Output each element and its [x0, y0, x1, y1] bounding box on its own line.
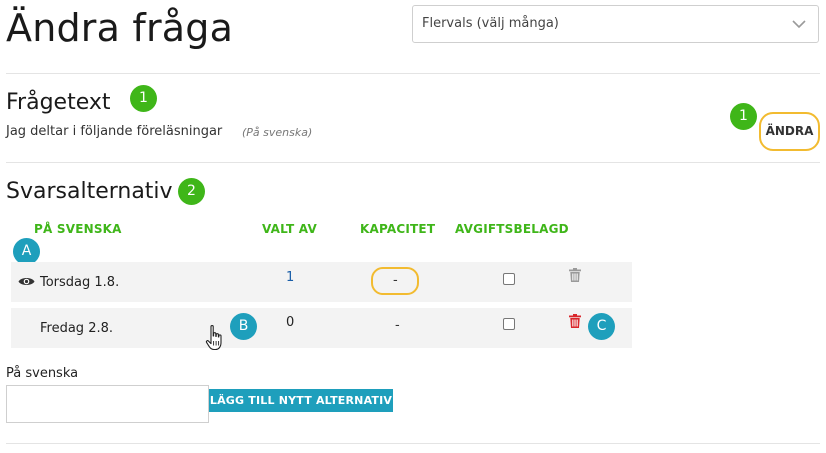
- step-badge-1: 1: [130, 85, 157, 112]
- column-header-capacity: KAPACITET: [360, 222, 436, 236]
- question-lang-note: (På svenska): [242, 126, 313, 139]
- divider: [6, 443, 820, 444]
- trash-icon[interactable]: [569, 268, 581, 282]
- page-title: Ändra fråga: [6, 6, 234, 50]
- step-badge-2: 2: [178, 178, 205, 205]
- edit-step-badge: 1: [730, 103, 757, 130]
- chevron-down-icon: [792, 20, 806, 29]
- question-type-select[interactable]: Flervals (välj många): [412, 5, 819, 43]
- capacity-value[interactable]: -: [393, 273, 398, 288]
- paid-checkbox[interactable]: [503, 273, 515, 285]
- add-option-button[interactable]: LÄGG TILL NYTT ALTERNATIV: [209, 389, 393, 412]
- marker-a: A: [13, 238, 40, 265]
- question-text: Jag deltar i följande föreläsningar: [6, 124, 223, 139]
- trash-icon[interactable]: [569, 314, 581, 328]
- capacity-value[interactable]: -: [395, 318, 400, 333]
- eye-icon[interactable]: [18, 276, 35, 287]
- column-header-chosen-by: VALT AV: [262, 222, 317, 236]
- question-section-title: Frågetext: [6, 90, 111, 115]
- chosen-by-value: 0: [286, 315, 295, 330]
- option-label[interactable]: Fredag 2.8.: [40, 321, 113, 336]
- new-option-label: På svenska: [6, 366, 79, 381]
- edit-button[interactable]: ÄNDRA: [759, 112, 820, 151]
- column-header-language: PÅ SVENSKA: [34, 222, 122, 236]
- chosen-by-link[interactable]: 1: [286, 270, 294, 285]
- new-option-input[interactable]: [6, 385, 209, 423]
- divider: [6, 73, 820, 74]
- paid-checkbox[interactable]: [503, 318, 515, 330]
- marker-c: C: [588, 313, 615, 340]
- hand-pointer-icon: [205, 324, 222, 351]
- divider: [6, 162, 820, 163]
- answers-section-title: Svarsalternativ: [6, 179, 173, 204]
- question-type-value: Flervals (välj många): [422, 16, 559, 31]
- option-label[interactable]: Torsdag 1.8.: [40, 275, 119, 290]
- marker-b: B: [230, 313, 257, 340]
- column-header-paid: AVGIFTSBELAGD: [455, 222, 569, 236]
